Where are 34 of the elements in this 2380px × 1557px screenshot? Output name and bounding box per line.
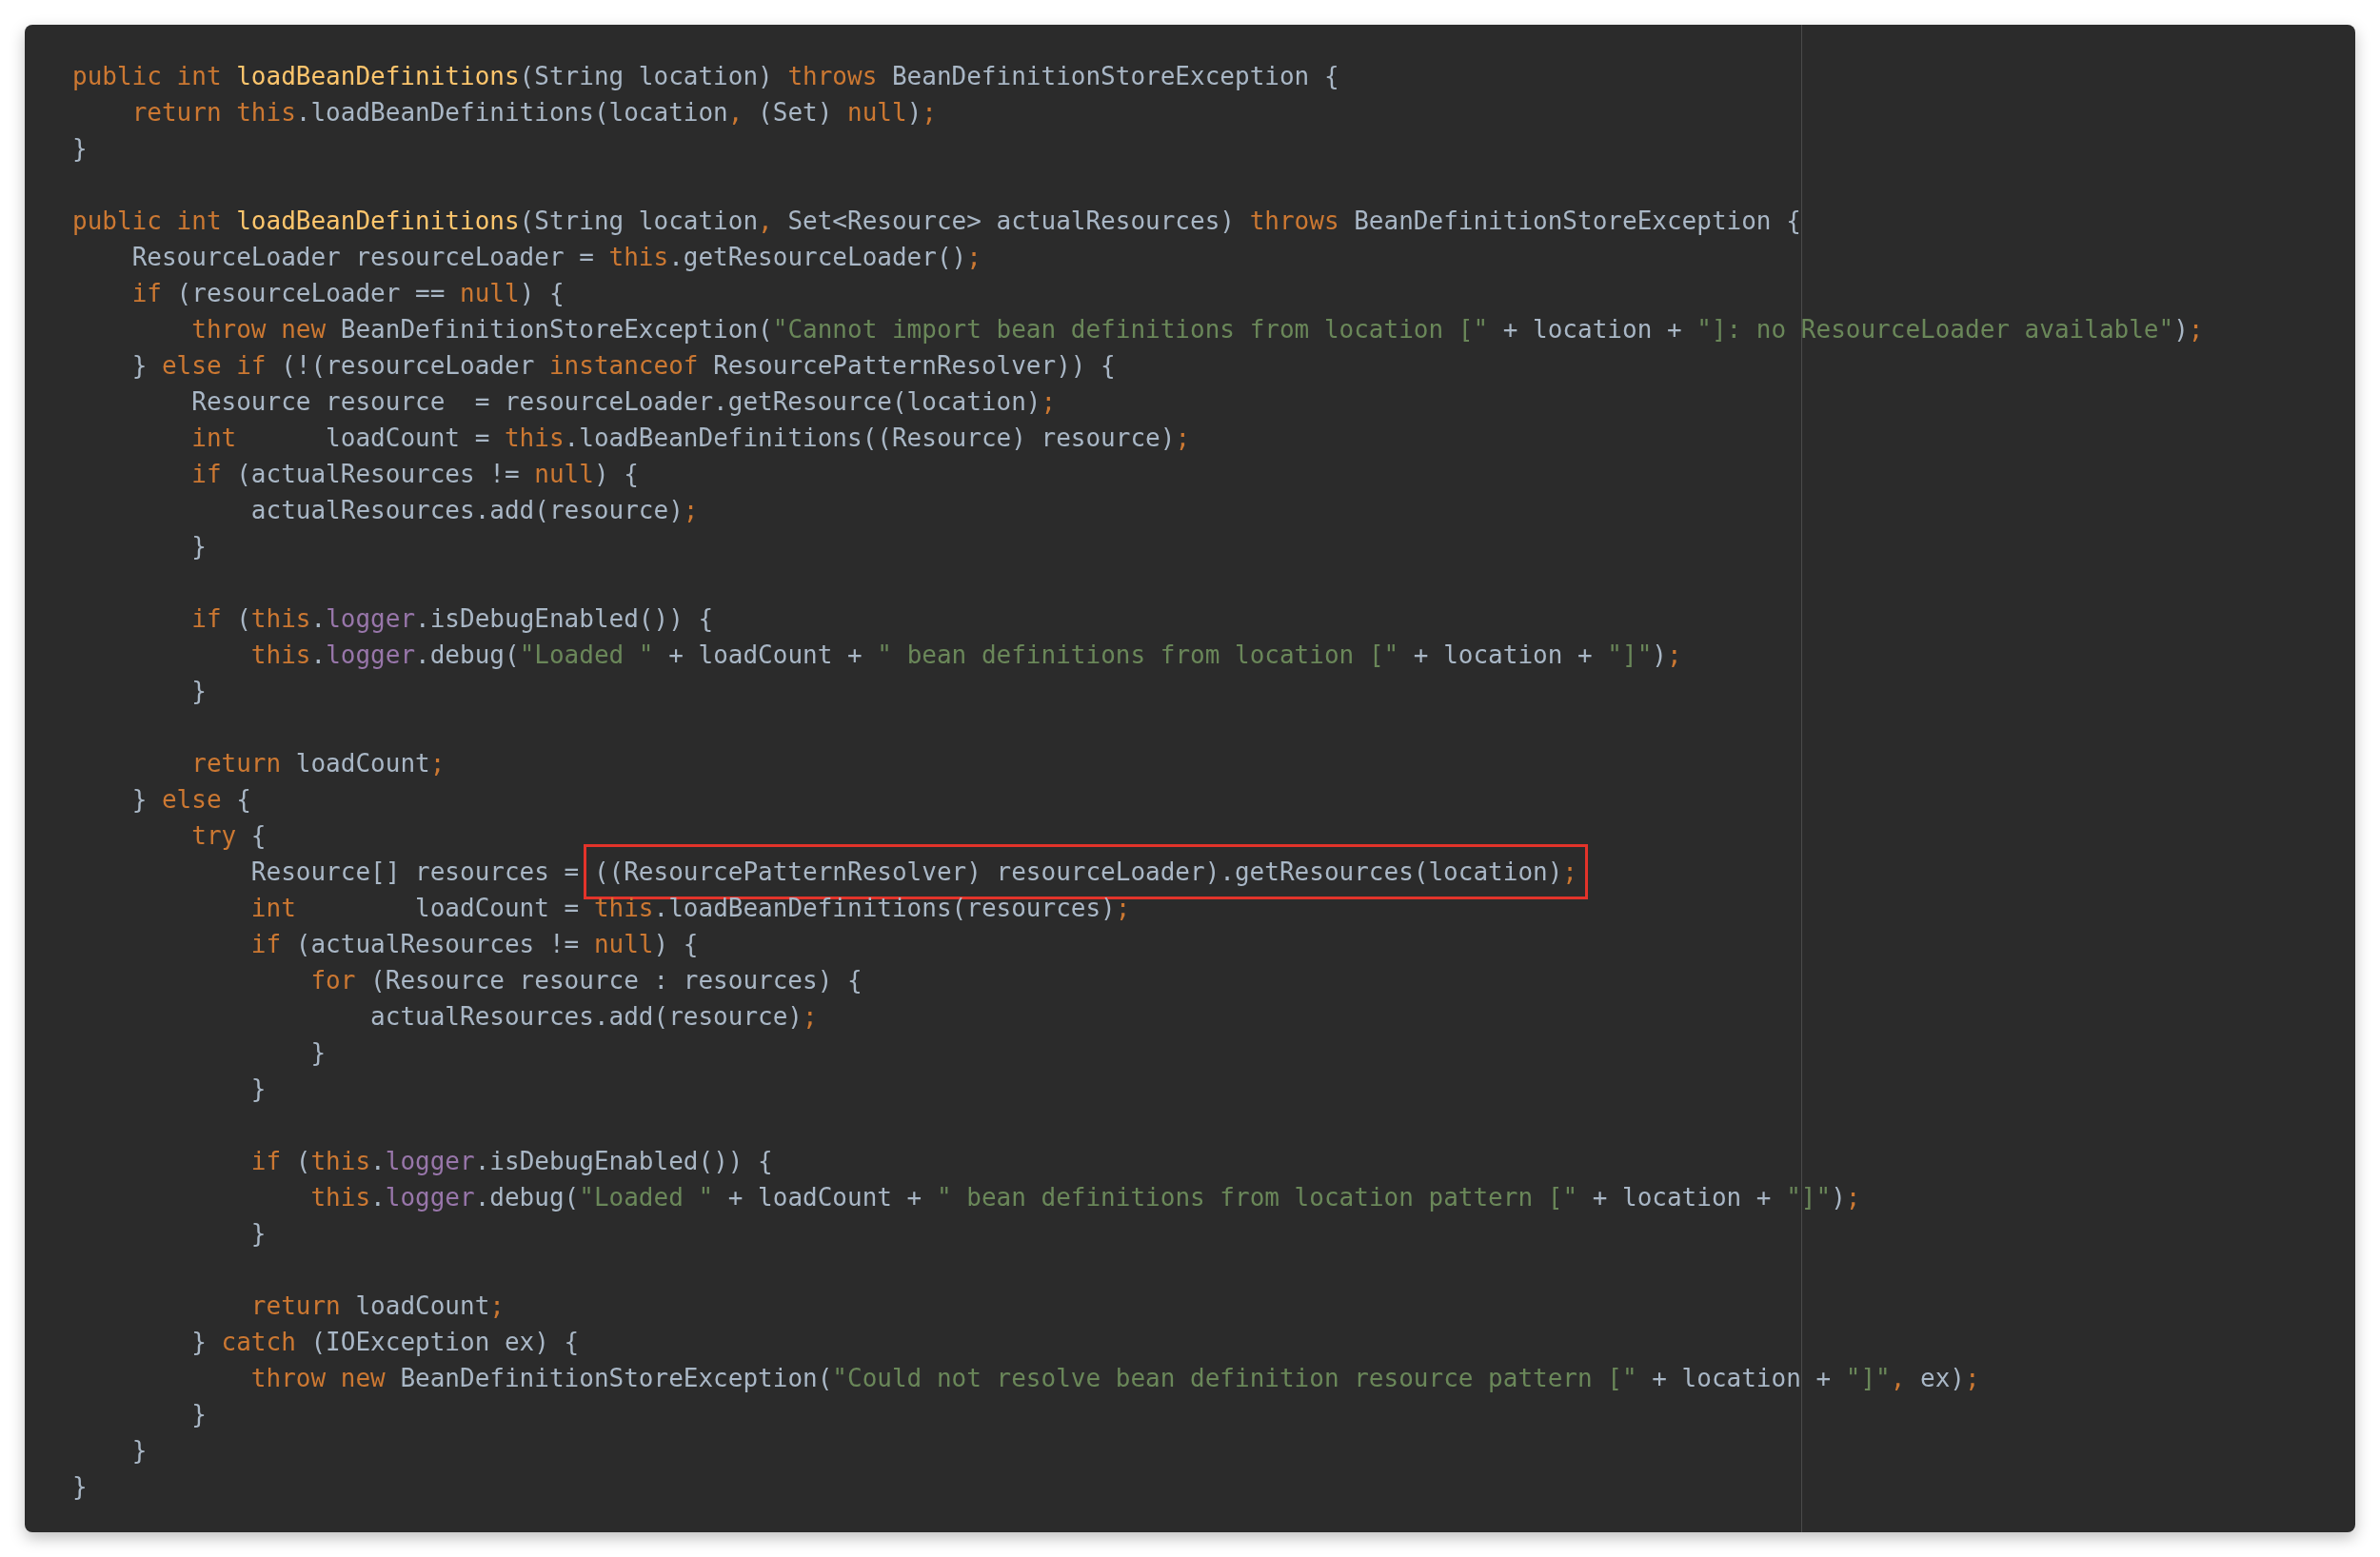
code-line: ResourceLoader resourceLoader = this.getResourceLoader(); — [131, 242, 982, 273]
code-line: } — [72, 1471, 88, 1503]
code-line: try { — [191, 820, 267, 852]
code-line: if (actualResources != null) { — [191, 459, 639, 490]
code-line: return loadCount; — [250, 1291, 505, 1322]
code-line: for (Resource resource : resources) { — [310, 965, 863, 996]
code-line: if (this.logger.isDebugEnabled()) { — [191, 603, 714, 635]
code-line: this.logger.debug("Loaded " + loadCount + " bean definitions from location [" + location + "]"); — [250, 640, 1682, 671]
code-line: } else { — [131, 784, 251, 816]
code-line: } — [131, 1435, 148, 1467]
code-line: } — [250, 1218, 267, 1250]
code-line: this.logger.debug("Loaded " + loadCount + " bean definitions from location pattern [" + location + "]"); — [310, 1182, 1861, 1213]
code-line: actualResources.add(resource); — [370, 1001, 818, 1033]
code-line: } — [191, 676, 207, 707]
code-line: } — [191, 531, 207, 562]
code-line: Resource[] resources = — [250, 857, 581, 888]
code-line: } catch (IOException ex) { — [191, 1327, 580, 1358]
code-line: int loadCount = this.loadBeanDefinitions((Resource) resource); — [191, 423, 1191, 454]
code-line: } — [250, 1074, 267, 1105]
code-line: return this.loadBeanDefinitions(location, (Set) null); — [131, 97, 937, 128]
code-line: } — [191, 1399, 207, 1430]
code-line: actualResources.add(resource); — [250, 495, 699, 526]
code-line: if (resourceLoader == null) { — [131, 278, 565, 309]
code-line: if (this.logger.isDebugEnabled()) { — [250, 1146, 773, 1177]
code-line: Resource resource = resourceLoader.getResource(location); — [191, 386, 1057, 418]
code-line: throw new BeanDefinitionStoreException("Could not resolve bean definition resource pattern [" + location + "]", ex); — [250, 1363, 1980, 1394]
code-line: } else if (!(resourceLoader instanceof ResourcePatternResolver)) { — [131, 350, 1116, 382]
code-line: return loadCount; — [191, 748, 446, 779]
code-line: if (actualResources != null) { — [250, 929, 699, 960]
code-line: public int loadBeanDefinitions(String location, Set<Resource> actualResources) throws BeanDefinitionStoreException { — [72, 206, 1801, 237]
code-line: public int loadBeanDefinitions(String location) throws BeanDefinitionStoreException { — [72, 61, 1339, 92]
code-line: } — [72, 133, 88, 165]
code-line: throw new BeanDefinitionStoreException("Cannot import bean definitions from location [" + location + "]: no ResourceLoader available"); — [191, 314, 2204, 345]
code-line: } — [310, 1037, 327, 1069]
